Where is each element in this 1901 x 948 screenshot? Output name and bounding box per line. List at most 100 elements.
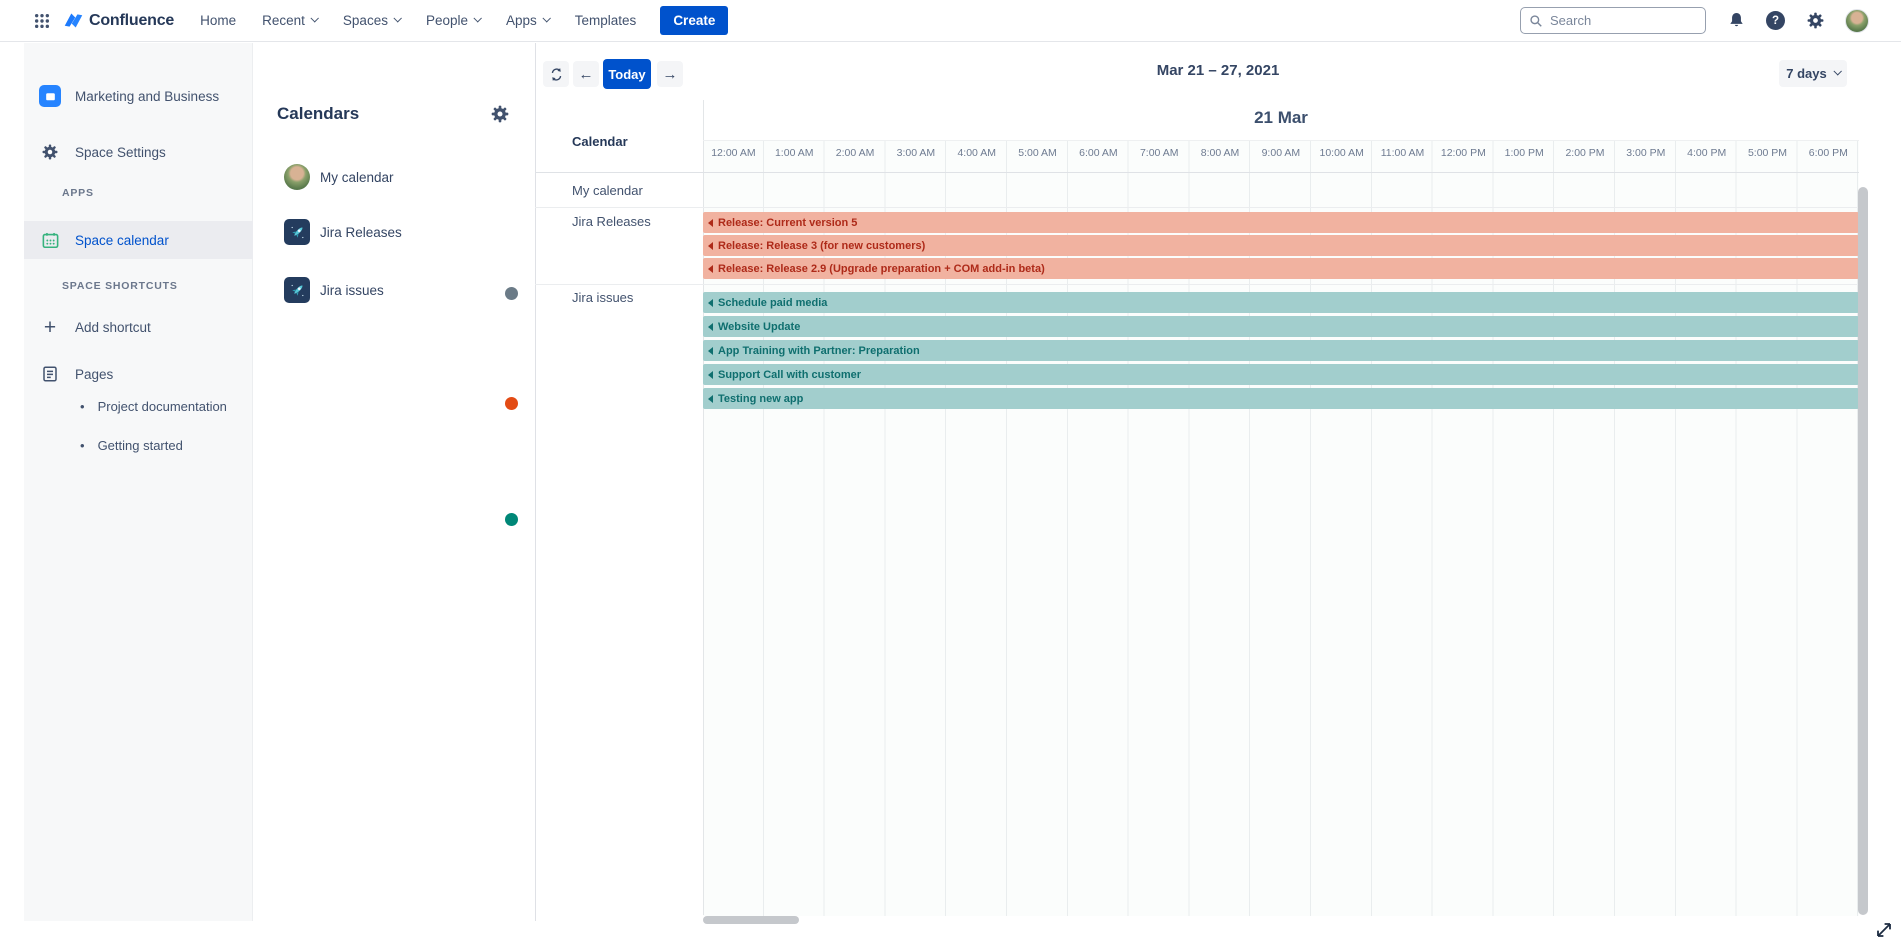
space-header[interactable]: Marketing and Business [24,76,253,116]
sidebar-item-space-calendar[interactable]: Space calendar [24,221,253,259]
create-button[interactable]: Create [660,6,728,35]
panel-divider [535,43,536,921]
avatar [284,164,310,190]
sidebar-item-pages[interactable]: Pages [24,355,253,393]
horizontal-scrollbar[interactable] [703,916,799,924]
nav-recent[interactable]: Recent [262,13,317,28]
calendars-settings-icon[interactable] [489,103,511,125]
calendar-list-item-jira-releases[interactable]: Jira Releases [253,215,535,249]
event-continues-left-icon [708,395,713,403]
calendar-color-dot[interactable] [505,397,518,410]
time-label: 9:00 AM [1250,147,1311,159]
sidebar-item-space-settings[interactable]: Space Settings [24,133,253,171]
confluence-logo[interactable]: Confluence [63,10,174,31]
space-sidebar: Marketing and Business Space Settings AP… [24,43,253,921]
topbar: Confluence Home Recent Spaces People App… [0,0,1901,42]
time-label: 6:00 PM [1798,147,1859,159]
time-label: 1:00 PM [1494,147,1555,159]
resize-handle-icon[interactable] [1872,918,1896,942]
chevron-down-icon [542,14,550,22]
sidebar-item-add-shortcut[interactable]: + Add shortcut [24,308,253,346]
calendars-panel-title: Calendars [277,104,359,124]
next-period-button[interactable]: → [657,61,683,87]
time-label: 5:00 AM [1007,147,1068,159]
event-continues-left-icon [708,371,713,379]
grid-header-underline [535,172,1859,173]
help-icon[interactable]: ? [1766,11,1785,30]
arrow-right-icon: → [663,67,678,82]
time-axis: 12:00 AM 1:00 AM 2:00 AM 3:00 AM 4:00 AM… [703,147,1859,159]
time-label: 12:00 PM [1433,147,1494,159]
event-bar-issue[interactable]: Support Call with customer [703,364,1859,385]
search-input[interactable] [1550,13,1697,28]
arrow-left-icon: ← [579,67,594,82]
event-bar-issue[interactable]: App Training with Partner: Preparation [703,340,1859,361]
period-selector[interactable]: 7 days [1779,60,1847,87]
time-label: 5:00 PM [1737,147,1798,159]
nav-templates[interactable]: Templates [575,13,637,28]
time-label: 3:00 AM [885,147,946,159]
nav-people[interactable]: People [426,13,480,28]
time-label: 4:00 PM [1676,147,1737,159]
confluence-app: Confluence Home Recent Spaces People App… [0,0,1901,948]
row-separator [535,284,1859,285]
event-bar-release[interactable]: Release: Release 3 (for new customers) [703,235,1859,256]
rocket-icon [284,277,310,303]
settings-icon[interactable] [1804,10,1826,32]
event-continues-left-icon [708,347,713,355]
space-name: Marketing and Business [75,89,219,104]
event-bar-release[interactable]: Release: Release 2.9 (Upgrade preparatio… [703,258,1859,279]
previous-period-button[interactable]: ← [573,61,599,87]
grid-header-topline [703,140,1859,141]
nav-apps[interactable]: Apps [506,13,549,28]
time-label: 6:00 AM [1068,147,1129,159]
event-continues-left-icon [708,265,713,273]
time-label: 2:00 PM [1555,147,1616,159]
plus-icon: + [39,317,61,338]
chevron-down-icon [473,14,481,22]
calendar-grid [703,140,1859,916]
time-label: 3:00 PM [1615,147,1676,159]
document-icon [39,365,61,383]
sidebar-page-link[interactable]: Getting started [80,438,183,453]
search-box[interactable] [1520,7,1706,34]
vertical-scrollbar[interactable] [1858,187,1868,915]
event-bar-issue[interactable]: Schedule paid media [703,292,1859,313]
space-icon [39,85,61,107]
nav-home[interactable]: Home [200,13,236,28]
sidebar-section-shortcuts: SPACE SHORTCUTS [62,280,178,292]
time-label: 4:00 AM [946,147,1007,159]
calendar-column-header: Calendar [572,134,628,149]
sidebar-section-apps: APPS [62,187,94,199]
top-navigation: Home Recent Spaces People Apps Templates [200,13,636,28]
refresh-button[interactable] [543,61,569,87]
event-bar-issue[interactable]: Testing new app [703,388,1859,409]
time-label: 12:00 AM [703,147,764,159]
chevron-down-icon [310,14,318,22]
notifications-icon[interactable] [1725,10,1747,32]
nav-spaces[interactable]: Spaces [343,13,400,28]
user-avatar[interactable] [1845,9,1869,33]
time-label: 2:00 AM [825,147,886,159]
row-label-jira-releases: Jira Releases [572,214,651,229]
calendar-list-item-jira-issues[interactable]: Jira issues [253,273,535,307]
search-icon [1529,14,1543,28]
row-label-my-calendar: My calendar [572,183,643,198]
event-continues-left-icon [708,219,713,227]
calendars-panel: Calendars My calendar Jira Releases Jira… [253,43,535,921]
app-switcher-icon[interactable] [33,12,51,30]
day-header: 21 Mar [703,108,1859,128]
chevron-down-icon [1833,67,1841,75]
calendar-list-item-my-calendar[interactable]: My calendar [253,160,535,194]
event-bar-release[interactable]: Release: Current version 5 [703,212,1859,233]
row-separator [535,207,1859,208]
event-continues-left-icon [708,242,713,250]
calendar-color-dot[interactable] [505,513,518,526]
event-bar-issue[interactable]: Website Update [703,316,1859,337]
time-label: 7:00 AM [1129,147,1190,159]
sidebar-page-link[interactable]: Project documentation [80,399,227,414]
today-button[interactable]: Today [603,59,651,89]
product-name: Confluence [89,12,174,30]
date-range-title: Mar 21 – 27, 2021 [535,62,1901,79]
time-label: 11:00 AM [1372,147,1433,159]
